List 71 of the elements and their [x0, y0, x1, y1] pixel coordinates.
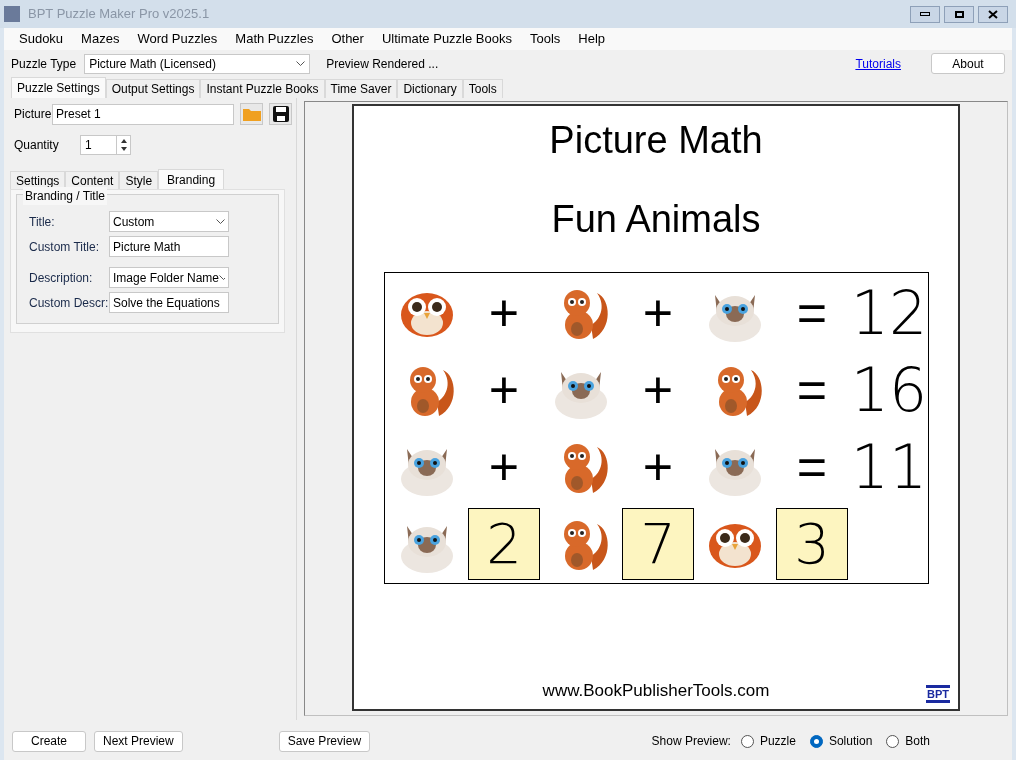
text-field[interactable]: Solve the Equations [109, 292, 229, 313]
field-label: Custom Descr: [29, 294, 109, 312]
field-label: Custom Title: [29, 238, 101, 256]
puzzle-type-dropdown[interactable]: Picture Math (Licensed) [84, 53, 311, 74]
tab[interactable]: Output Settings [105, 79, 201, 98]
sum-number: 12 [850, 282, 928, 343]
answer-box: 3 [776, 507, 848, 580]
status-text: Preview Rendered ... [326, 55, 439, 73]
field-label: Puzzle Type [11, 55, 77, 73]
save-preview-button[interactable]: Save Preview [278, 730, 371, 752]
field-label: Quantity [14, 137, 60, 154]
dropdown[interactable]: Image Folder Name [109, 267, 229, 288]
menu-item[interactable]: Word Puzzles [128, 29, 227, 49]
group-title: Branding / Title [23, 187, 108, 205]
operator-sign: + [642, 363, 674, 416]
toolbar-button[interactable]: Next Preview [94, 730, 183, 752]
operator-sign: + [488, 286, 520, 339]
close-icon [988, 9, 998, 19]
chevron-icon [296, 61, 306, 66]
website-url: www.BookPublisherTools.com [542, 679, 770, 702]
app-icon [4, 6, 20, 22]
menu-item[interactable]: Tools [521, 29, 570, 49]
tab[interactable]: Instant Puzzle Books [200, 79, 325, 98]
menu-item[interactable]: Math Puzzles [226, 29, 323, 49]
operator-sign: = [796, 440, 828, 493]
menu-item[interactable]: Mazes [72, 29, 129, 49]
close-button[interactable] [978, 5, 1008, 23]
tutorials-link[interactable]: Tutorials [855, 54, 901, 73]
radio-option[interactable]: Puzzle [740, 732, 796, 750]
menu-item[interactable]: Other [322, 29, 373, 49]
field-label: Description: [29, 269, 94, 287]
tab[interactable]: Time Saver [324, 79, 398, 98]
save-button[interactable] [269, 103, 292, 125]
puzzle-title: Picture Math [549, 118, 763, 163]
tab[interactable]: Puzzle Settings [11, 77, 106, 98]
answer-box: 2 [468, 507, 540, 580]
operator-sign: = [796, 286, 828, 339]
about-button[interactable]: About [931, 53, 1005, 74]
field-label: Show Preview: [651, 733, 731, 750]
menu-item[interactable]: Help [569, 29, 615, 49]
radio-option[interactable]: Solution [809, 732, 873, 750]
toolbar-button[interactable]: Create [12, 730, 86, 752]
picture-field[interactable]: Preset 1 [52, 103, 234, 125]
field-label: Picture [14, 106, 50, 123]
answer-box: 7 [622, 507, 694, 580]
window-title: BPT Puzzle Maker Pro v2025.1 [28, 5, 210, 24]
dropdown[interactable]: Custom [109, 211, 229, 232]
sum-number: 16 [850, 359, 928, 420]
sum-number: 11 [850, 436, 928, 497]
operator-sign: = [796, 363, 828, 416]
minimize-button[interactable] [910, 5, 940, 23]
operator-sign: + [642, 286, 674, 339]
radio-option[interactable]: Both [886, 732, 930, 750]
chevron-icon [219, 275, 225, 280]
field-label: Title: [29, 213, 56, 231]
tab[interactable]: Tools [462, 79, 503, 98]
chevron-icon [216, 219, 225, 224]
spin-arrows-icon [116, 136, 130, 154]
puzzle-subtitle: Fun Animals [551, 197, 761, 242]
tab[interactable]: Dictionary [397, 79, 463, 98]
folder-icon [242, 107, 261, 121]
menu-item[interactable]: Ultimate Puzzle Books [372, 29, 521, 49]
maximize-button[interactable] [944, 5, 974, 23]
menu-item[interactable]: Sudoku [10, 29, 73, 49]
tab[interactable]: Branding [158, 169, 225, 189]
operator-sign: + [642, 440, 674, 493]
operator-sign: + [488, 363, 520, 416]
bpt-logo: BPT [926, 685, 950, 703]
text-field[interactable]: Picture Math [109, 236, 229, 257]
quantity-spinner[interactable]: 1 [80, 135, 131, 155]
operator-sign: + [488, 440, 520, 493]
